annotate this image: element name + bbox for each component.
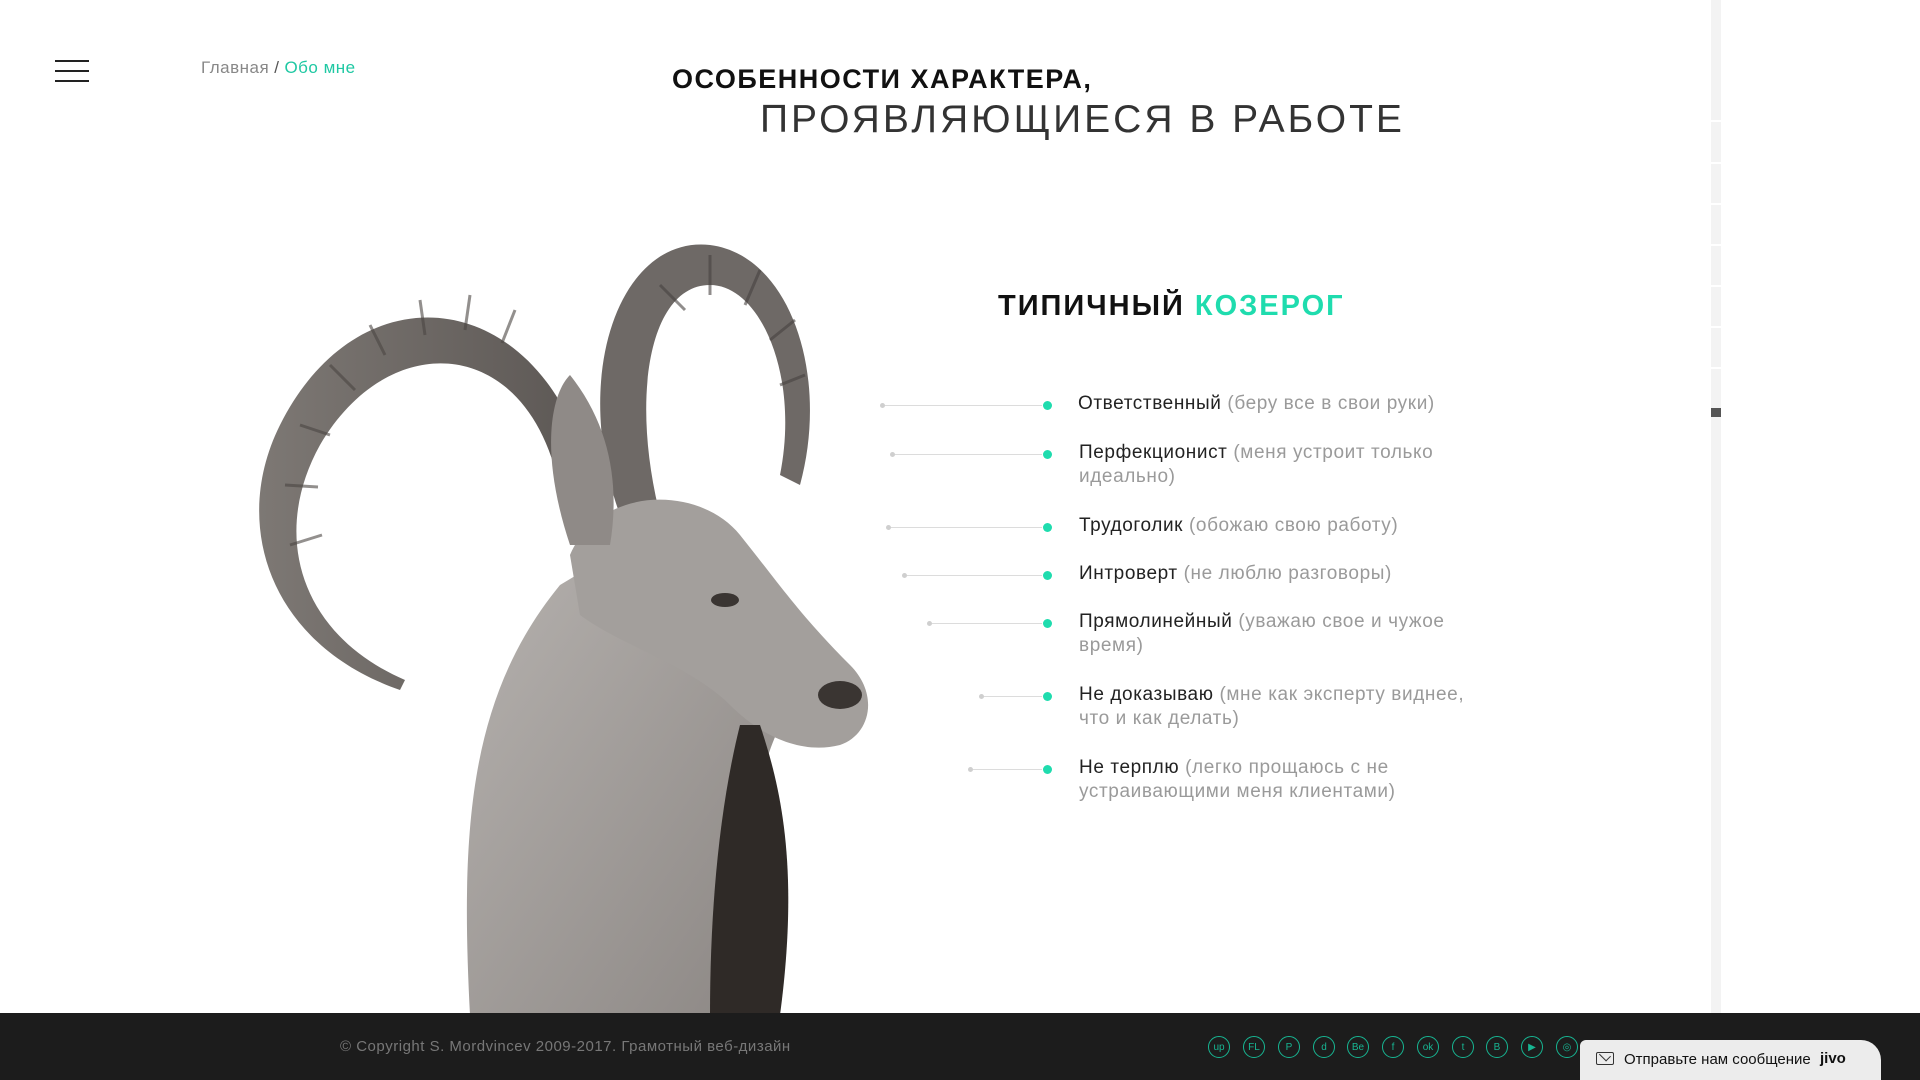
- behance-icon[interactable]: Be: [1347, 1036, 1369, 1058]
- youtube-icon[interactable]: ▶: [1521, 1036, 1543, 1058]
- chat-widget-brand: jivo: [1820, 1050, 1846, 1067]
- blogger-icon[interactable]: B: [1486, 1036, 1508, 1058]
- trait-connector: [979, 694, 1042, 699]
- trait-connector: [902, 573, 1042, 578]
- page-subtitle: ПРОЯВЛЯЮЩИЕСЯ В РАБОТЕ: [760, 98, 1405, 141]
- trait-note: (беру все в свои руки): [1227, 393, 1435, 414]
- trait-item: Трудоголик (обожаю свою работу): [1079, 514, 1489, 538]
- scroll-divider: [1711, 120, 1721, 122]
- dribbble-icon[interactable]: d: [1313, 1036, 1335, 1058]
- scroll-divider: [1711, 244, 1721, 246]
- trait-connector: [880, 403, 1042, 408]
- trait-dot: [1043, 619, 1052, 628]
- trait-item: Интроверт (не люблю разговоры): [1079, 562, 1489, 586]
- twitter-icon[interactable]: t: [1452, 1036, 1474, 1058]
- copyright-text: © Copyright S. Mordvincev 2009-2017. Гра…: [340, 1038, 791, 1055]
- trait-dot: [1043, 692, 1052, 701]
- trait-item: Прямолинейный (уважаю свое и чужое время…: [1079, 610, 1489, 658]
- section-title-main: ТИПИЧНЫЙ: [998, 290, 1185, 322]
- scroll-divider: [1711, 326, 1721, 328]
- trait-connector: [968, 767, 1042, 772]
- trait-label: Прямолинейный: [1079, 611, 1233, 632]
- menu-icon[interactable]: [55, 60, 89, 84]
- trait-dot: [1043, 523, 1052, 532]
- section-title: ТИПИЧНЫЙ КОЗЕРОГ: [998, 290, 1345, 323]
- breadcrumb-current: Обо мне: [284, 58, 356, 77]
- trait-label: Не терплю: [1079, 757, 1180, 778]
- trait-label: Ответственный: [1078, 393, 1222, 414]
- trait-item: Ответственный (беру все в свои руки): [1078, 392, 1488, 416]
- trait-item: Перфекционист (меня устроит только идеал…: [1079, 441, 1489, 489]
- scroll-position-marker[interactable]: [1711, 408, 1721, 417]
- section-title-accent: КОЗЕРОГ: [1194, 290, 1345, 322]
- trait-connector: [927, 621, 1042, 626]
- trait-note: (обожаю свою работу): [1188, 515, 1399, 536]
- trait-item: Не терплю (легко прощаюсь с не устраиваю…: [1079, 756, 1489, 804]
- facebook-icon[interactable]: f: [1382, 1036, 1404, 1058]
- trait-label: Не доказываю: [1079, 684, 1214, 705]
- scroll-divider: [1711, 367, 1721, 369]
- trait-dot: [1043, 401, 1052, 410]
- trait-dot: [1043, 571, 1052, 580]
- trait-label: Перфекционист: [1079, 442, 1228, 463]
- breadcrumb-separator: /: [274, 58, 280, 77]
- scroll-divider: [1711, 162, 1721, 164]
- page-title: ОСОБЕННОСТИ ХАРАКТЕРА,: [672, 64, 1093, 94]
- trait-dot: [1043, 765, 1052, 774]
- chat-widget-button[interactable]: Отправьте нам сообщение jivo: [1580, 1040, 1881, 1080]
- trait-label: Трудоголик: [1079, 515, 1184, 536]
- scroll-divider: [1711, 285, 1721, 287]
- trait-connector: [886, 525, 1042, 530]
- ibex-image: [259, 244, 869, 1015]
- page-scrollbar[interactable]: [1711, 0, 1721, 1013]
- trait-label: Интроверт: [1079, 563, 1178, 584]
- chat-widget-label: Отправьте нам сообщение: [1624, 1051, 1811, 1068]
- breadcrumb: Главная / Обо мне: [201, 58, 356, 78]
- scroll-divider: [1711, 203, 1721, 205]
- trait-item: Не доказываю (мне как эксперту виднее, ч…: [1079, 683, 1489, 731]
- trait-dot: [1043, 450, 1052, 459]
- instagram-icon[interactable]: ◎: [1556, 1036, 1578, 1058]
- trait-connector: [890, 452, 1042, 457]
- odnoklassniki-icon[interactable]: ok: [1417, 1036, 1439, 1058]
- upwork-icon[interactable]: up: [1208, 1036, 1230, 1058]
- mail-icon: [1596, 1052, 1614, 1065]
- trait-note: (не люблю разговоры): [1183, 563, 1392, 584]
- breadcrumb-home-link[interactable]: Главная: [201, 58, 269, 77]
- freelance-icon[interactable]: FL: [1243, 1036, 1265, 1058]
- pinterest-icon[interactable]: P: [1278, 1036, 1300, 1058]
